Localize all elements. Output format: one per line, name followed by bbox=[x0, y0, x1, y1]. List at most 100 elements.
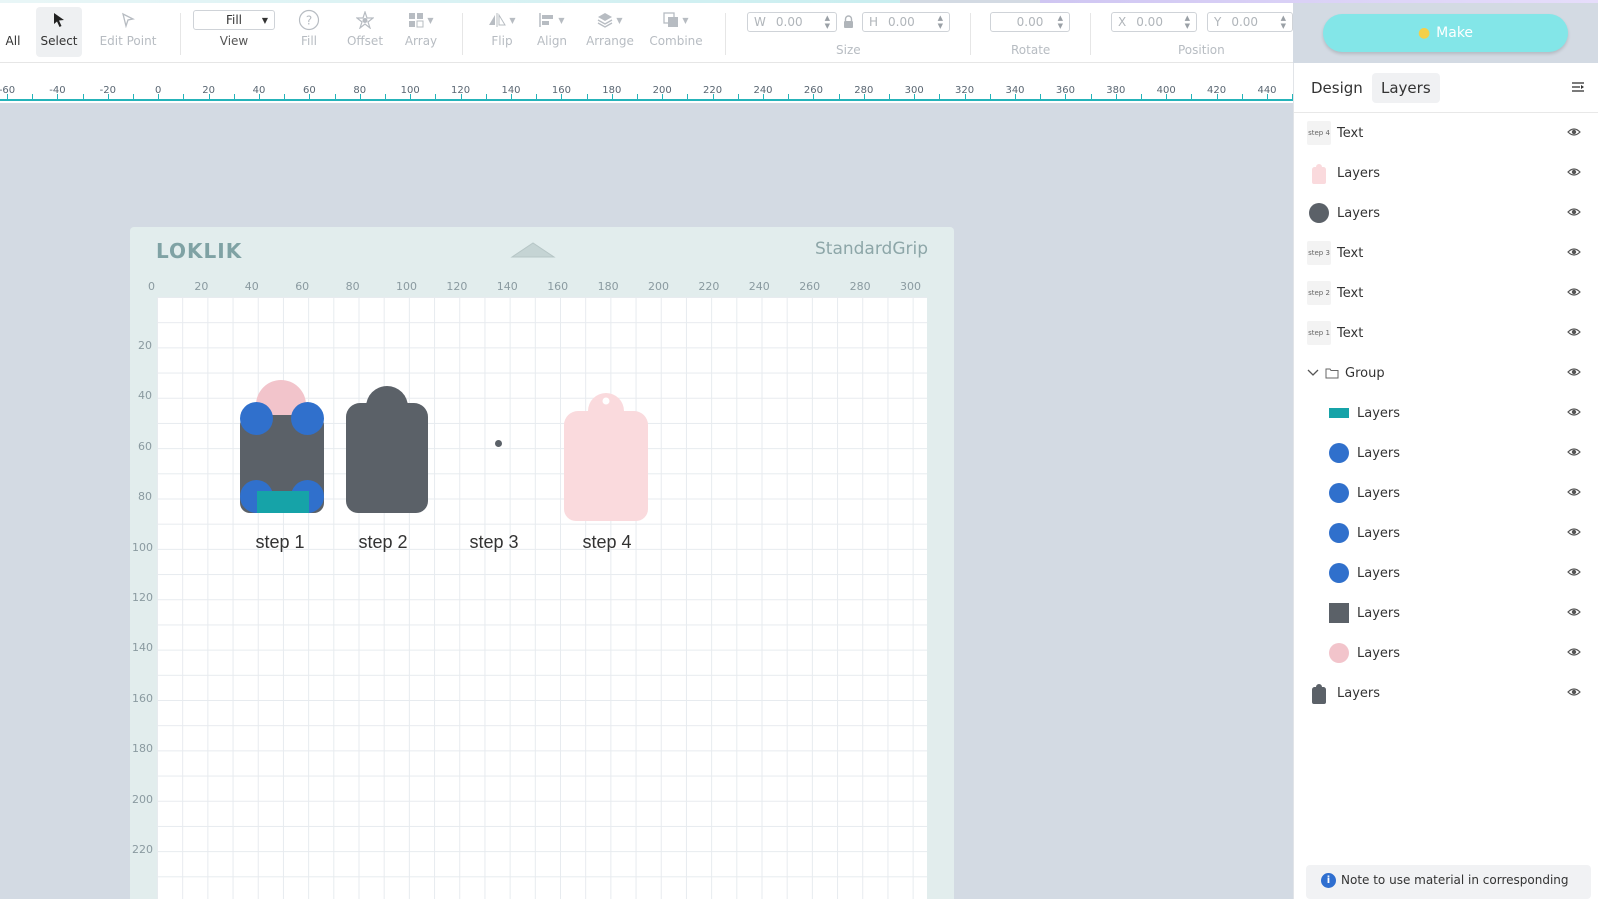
array-tool[interactable]: ▼ Array bbox=[398, 7, 444, 57]
rotate-stepper-icon[interactable]: ▲ ▼ bbox=[1058, 14, 1063, 30]
mat-top-label: 20 bbox=[194, 280, 209, 293]
mat-top-label: 80 bbox=[345, 280, 360, 293]
height-stepper-icon[interactable]: ▲ ▼ bbox=[938, 14, 943, 30]
align-tool[interactable]: ▼ Align bbox=[532, 7, 572, 57]
arrange-tool[interactable]: ▼ Arrange bbox=[584, 7, 636, 57]
panel-menu-icon[interactable] bbox=[1571, 81, 1585, 97]
ruler-tick bbox=[687, 94, 688, 100]
layer-row[interactable]: step 2 Text bbox=[1294, 273, 1598, 313]
ruler-tick bbox=[1217, 94, 1218, 100]
flip-tool[interactable]: ▼ Flip bbox=[480, 7, 524, 57]
eye-visibility-icon[interactable] bbox=[1567, 525, 1581, 539]
select-tool[interactable]: Select bbox=[36, 7, 82, 57]
make-button[interactable]: ● Make bbox=[1323, 14, 1568, 52]
fill-label: Fill bbox=[300, 34, 318, 48]
eye-visibility-icon[interactable] bbox=[1567, 605, 1581, 619]
width-field[interactable]: W 0.00 ▲ ▼ bbox=[747, 12, 837, 32]
select-all-tool[interactable]: All bbox=[0, 7, 26, 57]
blue-circle-shape[interactable] bbox=[240, 402, 273, 435]
ruler-tick bbox=[234, 94, 235, 100]
dark-tag-shape[interactable] bbox=[344, 381, 430, 515]
view-select[interactable]: Fill ▼ bbox=[193, 10, 275, 30]
layer-row[interactable]: Layers bbox=[1294, 193, 1598, 233]
view-tool[interactable]: Fill ▼ View bbox=[192, 7, 276, 57]
fill-tool[interactable]: ? Fill bbox=[290, 7, 328, 57]
array-label: Array bbox=[404, 34, 438, 48]
ruler-tick bbox=[1091, 94, 1092, 100]
eye-visibility-icon[interactable] bbox=[1567, 645, 1581, 659]
x-stepper-icon[interactable]: ▲ ▼ bbox=[1185, 14, 1190, 30]
ruler-tick bbox=[1065, 94, 1066, 100]
pink-tag-shape[interactable] bbox=[562, 387, 650, 523]
layer-row[interactable]: Layers bbox=[1294, 473, 1598, 513]
horizontal-ruler[interactable]: -60 -40 -20 0 20 40 60 80 100 120 140 160 180 200 220 2… bbox=[0, 63, 1293, 103]
eye-visibility-icon[interactable] bbox=[1567, 445, 1581, 459]
y-stepper-icon[interactable]: ▲ ▼ bbox=[1281, 14, 1286, 30]
mat-side-label: 160 bbox=[132, 691, 153, 705]
layer-name: Layers bbox=[1357, 605, 1401, 621]
step-label[interactable]: step 4 bbox=[582, 532, 631, 553]
layer-row[interactable]: step 1 Text bbox=[1294, 313, 1598, 353]
eye-visibility-icon[interactable] bbox=[1567, 285, 1581, 299]
eye-visibility-icon[interactable] bbox=[1567, 485, 1581, 499]
toolbar-divider bbox=[970, 13, 971, 55]
layer-row[interactable]: Layers bbox=[1294, 513, 1598, 553]
eye-visibility-icon[interactable] bbox=[1567, 205, 1581, 219]
ruler-tick bbox=[965, 94, 966, 100]
toolbar: All Select Edit Point Fill ▼ View ? Fill bbox=[0, 3, 1293, 63]
y-position-field[interactable]: Y 0.00 ▲ ▼ bbox=[1207, 12, 1293, 32]
step-label[interactable]: step 3 bbox=[469, 532, 518, 553]
eye-visibility-icon[interactable] bbox=[1567, 365, 1581, 379]
layer-row[interactable]: step 3 Text bbox=[1294, 233, 1598, 273]
eye-visibility-icon[interactable] bbox=[1567, 245, 1581, 259]
layer-row[interactable]: Layers bbox=[1294, 393, 1598, 433]
layer-name: Text bbox=[1337, 245, 1364, 261]
mat-top-label: 240 bbox=[748, 280, 770, 293]
step-label[interactable]: step 2 bbox=[358, 532, 407, 553]
dark-square-thumbnail bbox=[1327, 601, 1351, 625]
tab-design[interactable]: Design bbox=[1302, 73, 1372, 103]
lock-ratio-icon[interactable] bbox=[843, 15, 854, 32]
help-circle-icon: ? bbox=[290, 7, 328, 33]
layer-name: Group bbox=[1345, 365, 1385, 381]
teal-rectangle-shape[interactable] bbox=[257, 491, 309, 513]
rotate-field[interactable]: 0.00 ▲ ▼ bbox=[990, 12, 1070, 32]
eye-visibility-icon[interactable] bbox=[1567, 565, 1581, 579]
eye-visibility-icon[interactable] bbox=[1567, 325, 1581, 339]
ruler-tick bbox=[57, 94, 58, 100]
layer-row[interactable]: Layers bbox=[1294, 153, 1598, 193]
rotate-field-value: 0.00 bbox=[1016, 15, 1044, 29]
eye-visibility-icon[interactable] bbox=[1567, 405, 1581, 419]
x-position-field[interactable]: X 0.00 ▲ ▼ bbox=[1111, 12, 1197, 32]
layer-row[interactable]: Layers bbox=[1294, 593, 1598, 633]
pink-tag-thumbnail bbox=[1307, 161, 1331, 185]
rotate-label: Rotate bbox=[1011, 43, 1051, 57]
layer-row[interactable]: Layers bbox=[1294, 433, 1598, 473]
layer-row[interactable]: step 4 Text bbox=[1294, 113, 1598, 153]
edit-point-tool[interactable]: Edit Point bbox=[96, 7, 160, 57]
layer-row[interactable]: Layers bbox=[1294, 553, 1598, 593]
layer-name: Layers bbox=[1357, 525, 1401, 541]
ruler-tick bbox=[536, 94, 537, 100]
width-stepper-icon[interactable]: ▲ ▼ bbox=[825, 14, 830, 30]
text-layer-thumbnail: step 4 bbox=[1307, 121, 1331, 145]
layer-group-row[interactable]: Group bbox=[1294, 353, 1598, 393]
height-field[interactable]: H 0.00 ▲ ▼ bbox=[862, 12, 950, 32]
layer-row[interactable]: Layers bbox=[1294, 633, 1598, 673]
blue-circle-shape[interactable] bbox=[291, 402, 324, 435]
eye-visibility-icon[interactable] bbox=[1567, 165, 1581, 179]
ruler-tick bbox=[939, 94, 940, 100]
step-label[interactable]: step 1 bbox=[255, 532, 304, 553]
tab-layers[interactable]: Layers bbox=[1372, 73, 1440, 103]
eye-visibility-icon[interactable] bbox=[1567, 125, 1581, 139]
offset-tool[interactable]: Offset bbox=[344, 7, 386, 57]
ruler-tick bbox=[1040, 94, 1041, 100]
chevron-down-icon[interactable] bbox=[1307, 366, 1319, 380]
ruler-tick bbox=[788, 94, 789, 100]
small-dot-shape[interactable] bbox=[495, 440, 502, 447]
blue-circle-thumbnail bbox=[1327, 561, 1351, 585]
eye-visibility-icon[interactable] bbox=[1567, 685, 1581, 699]
layer-row[interactable]: Layers bbox=[1294, 673, 1598, 713]
dark-tag-thumbnail bbox=[1307, 681, 1331, 705]
combine-tool[interactable]: ▼ Combine bbox=[648, 7, 704, 57]
